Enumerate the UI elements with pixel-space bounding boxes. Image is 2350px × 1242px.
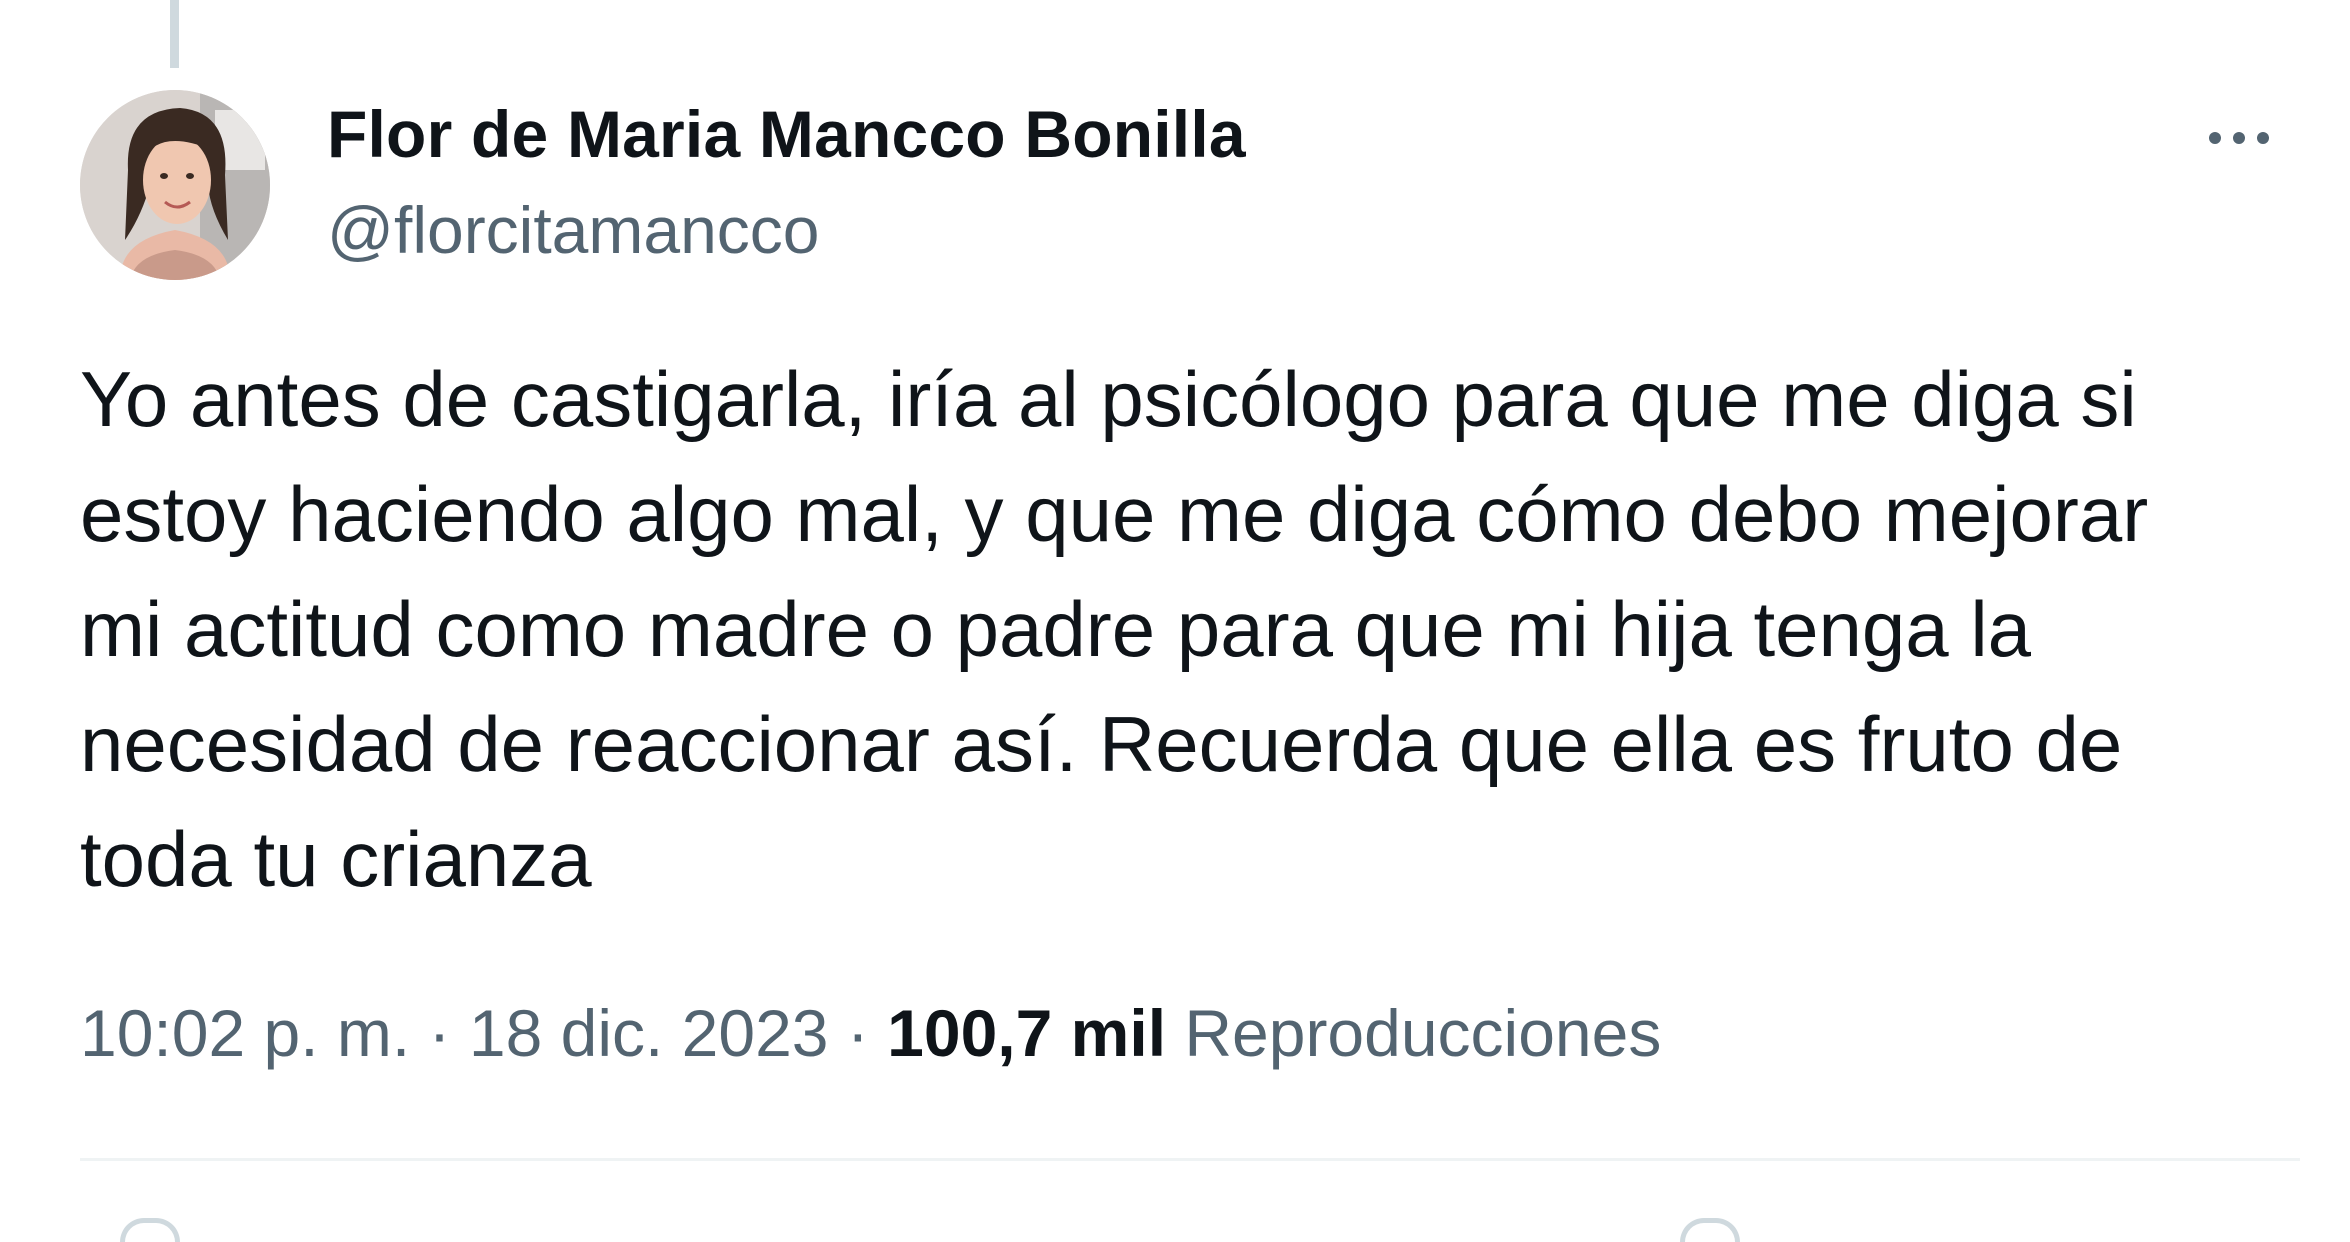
tweet-text: Yo antes de castigarla, iría al psicólog… [80,342,2280,917]
views-label[interactable]: Reproducciones [1184,996,1661,1070]
author-handle[interactable]: @florcitamancco [327,192,820,268]
tweet-date[interactable]: 18 dic. 2023 [469,996,829,1070]
author-display-name[interactable]: Flor de Maria Mancco Bonilla [327,96,1246,172]
tweet-text-line: necesidad de reaccionar así. Recuerda qu… [80,700,2123,788]
tweet-text-line: Yo antes de castigarla, iría al psicólog… [80,355,2137,443]
thread-connector-line [170,0,179,68]
views-count[interactable]: 100,7 mil [887,996,1166,1070]
reply-icon[interactable] [120,1218,180,1242]
more-horizontal-icon [2209,132,2269,144]
divider [80,1158,2300,1161]
tweet-text-line: mi actitud como madre o padre para que m… [80,585,2032,673]
bookmark-icon[interactable] [1680,1218,1740,1242]
meta-separator: · [428,996,451,1070]
more-options-button[interactable] [2184,108,2294,168]
meta-separator: · [846,996,869,1070]
avatar[interactable] [80,90,270,280]
tweet-text-line: toda tu crianza [80,815,592,903]
tweet-time[interactable]: 10:02 p. m. [80,996,410,1070]
tweet-meta: 10:02 p. m. · 18 dic. 2023 · 100,7 mil R… [80,995,1661,1071]
tweet-text-line: estoy haciendo algo mal, y que me diga c… [80,470,2149,558]
avatar-photo [80,90,270,280]
